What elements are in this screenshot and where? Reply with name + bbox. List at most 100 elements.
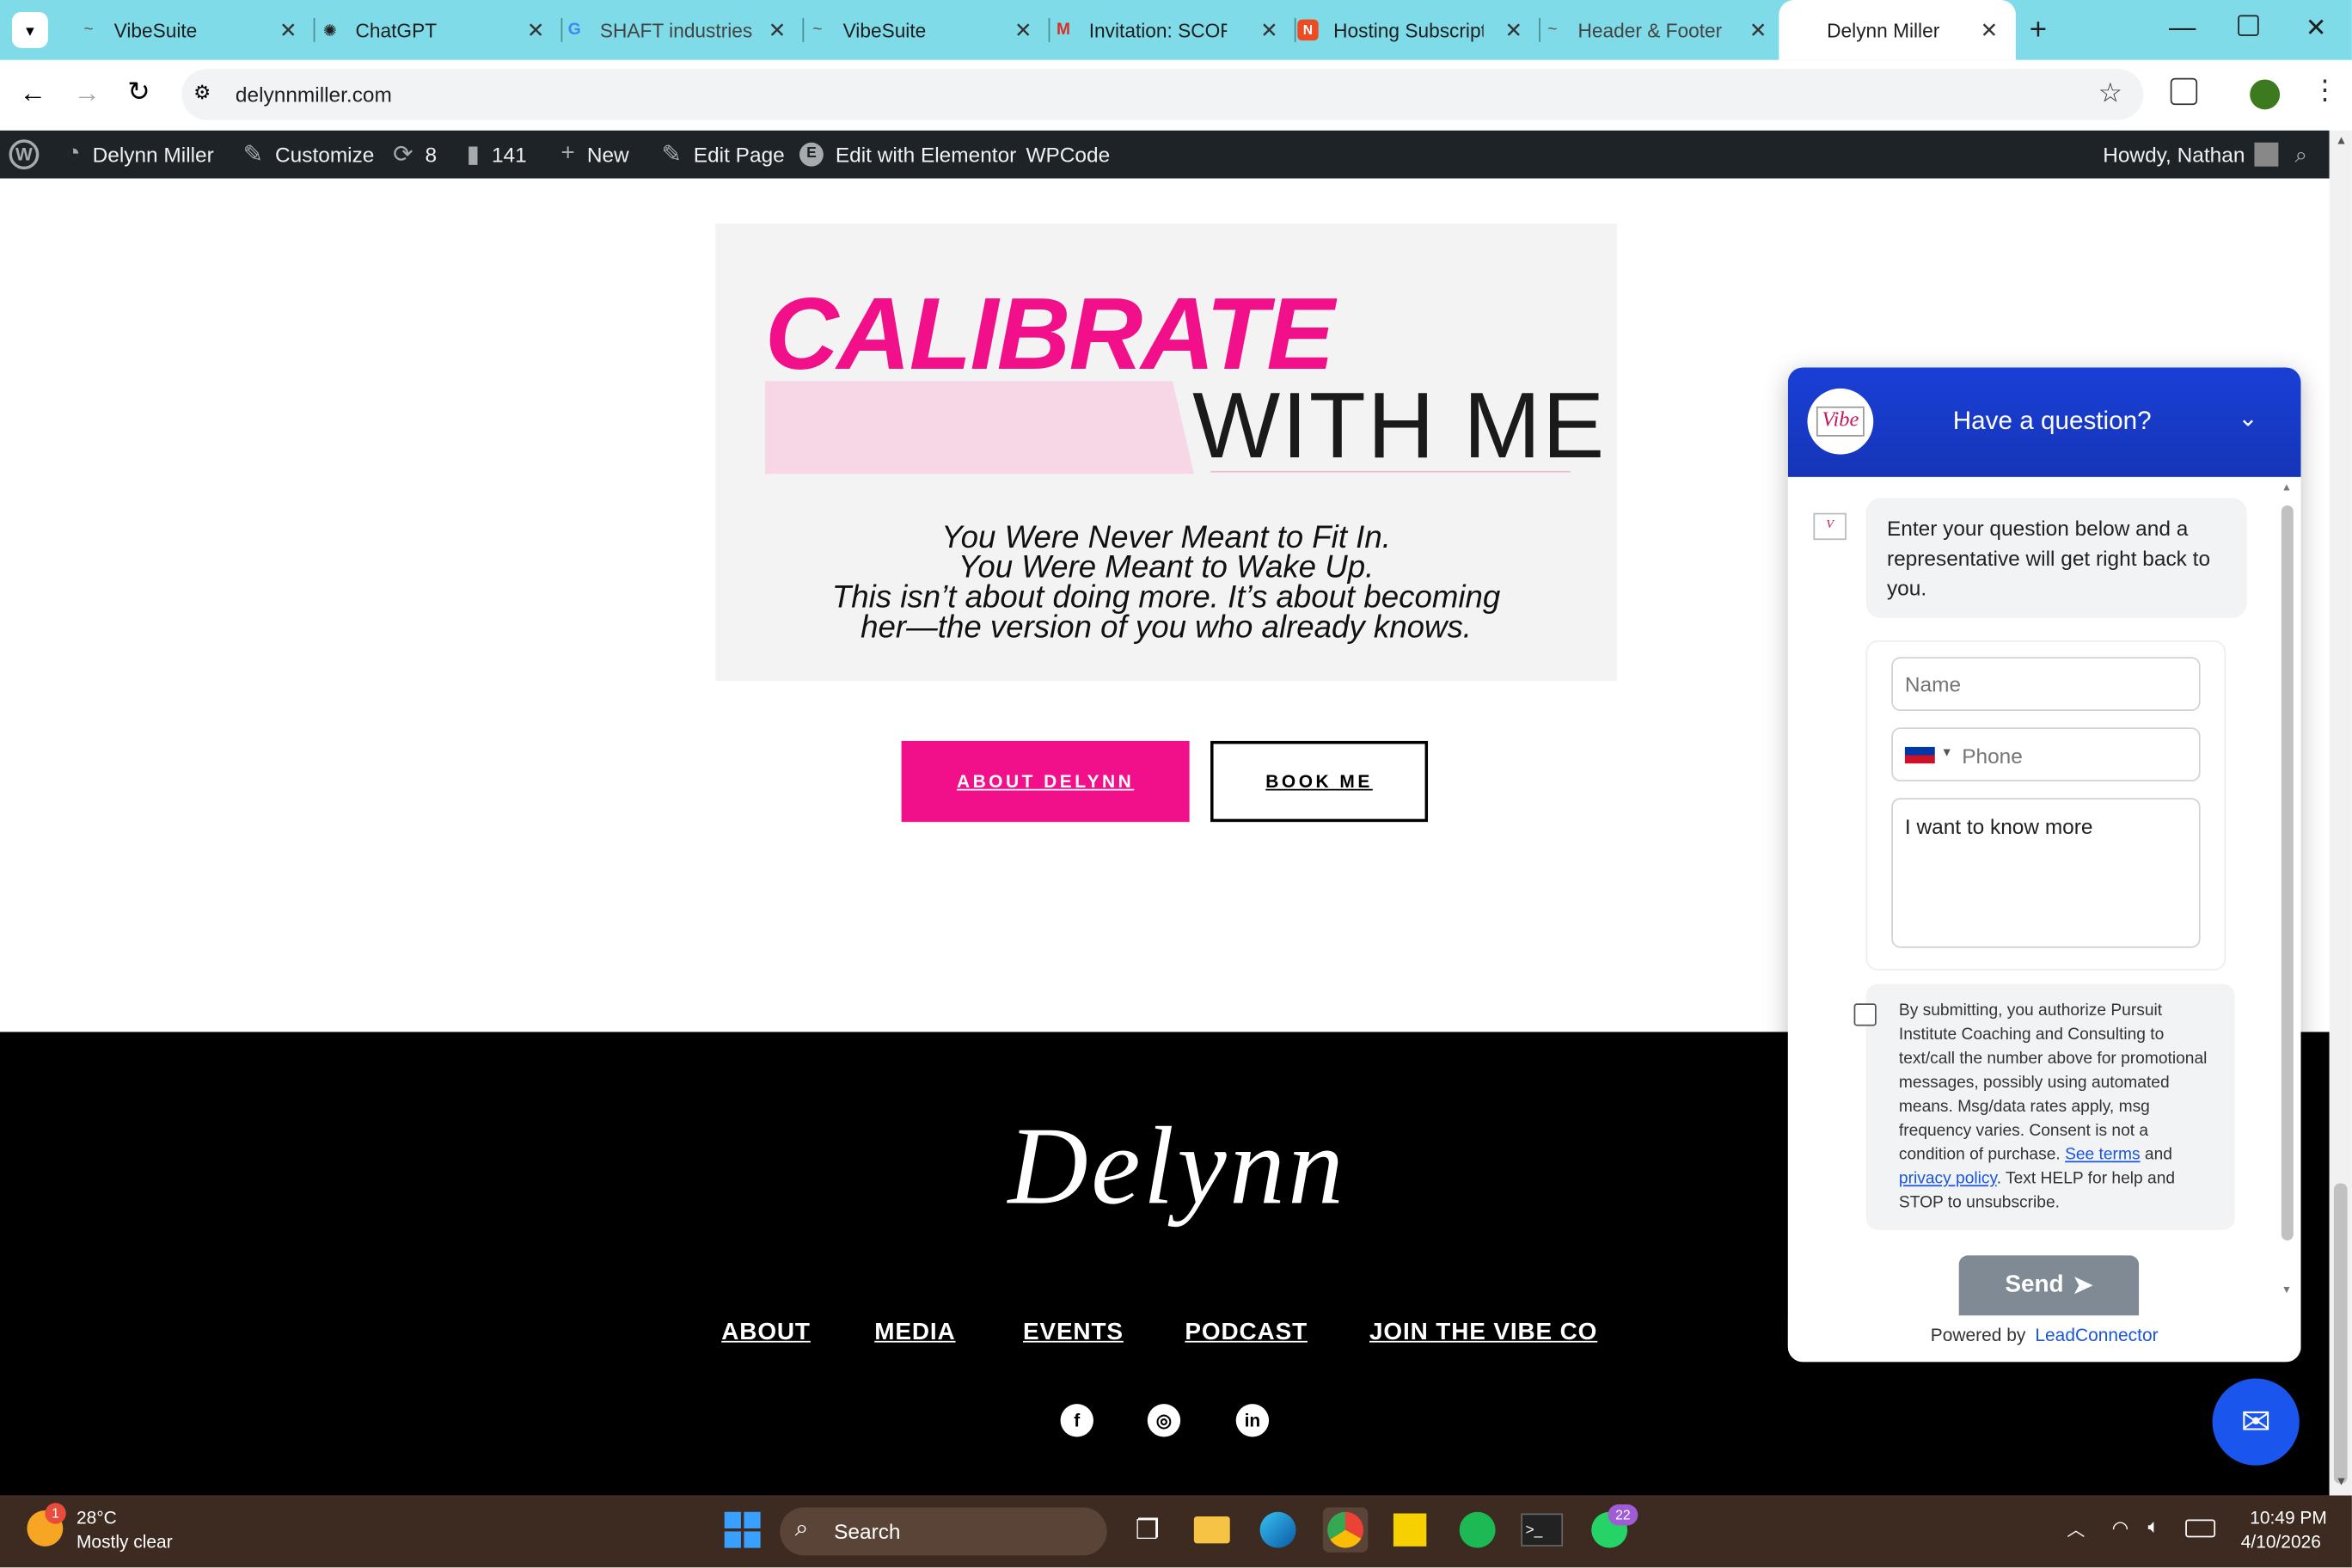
restore-icon[interactable]	[2238, 15, 2259, 36]
bookmark-star-icon[interactable]: ☆	[2098, 78, 2122, 110]
spotify-icon[interactable]	[1455, 1508, 1499, 1553]
tab-vibesuite-1[interactable]: ~ VibeSuite ✕	[66, 0, 315, 60]
tab-header-footer[interactable]: ~ Header & Footer ✕	[1530, 0, 1782, 60]
tab-gmail-invitation[interactable]: M Invitation: SCORM ✕	[1041, 0, 1296, 60]
volume-icon[interactable]: 🔈︎	[2148, 1515, 2160, 1539]
site-info-icon[interactable]: ⚙	[193, 81, 211, 105]
chatgpt-favicon-icon: ✺	[322, 21, 337, 40]
close-tab-icon[interactable]: ✕	[769, 18, 786, 44]
book-me-button[interactable]: BOOK ME	[1210, 740, 1429, 823]
edge-icon[interactable]	[1255, 1508, 1300, 1553]
scroll-up-icon[interactable]: ▲	[2336, 133, 2348, 147]
chat-scroll-down-icon[interactable]: ▼	[2282, 1285, 2292, 1295]
wordpress-logo-icon[interactable]: W	[9, 131, 40, 179]
chat-launcher-icon[interactable]: ✉	[2212, 1378, 2300, 1466]
phone-input[interactable]	[1958, 733, 2190, 779]
close-tab-icon[interactable]: ✕	[1260, 18, 1277, 44]
consent-checkbox[interactable]	[1853, 1003, 1877, 1026]
tab-chatgpt[interactable]: ✺ ChatGPT ✕	[308, 0, 563, 60]
tab-search-chevron-icon[interactable]: ▾	[11, 11, 48, 48]
wp-comments[interactable]: ▮ 141	[467, 131, 527, 179]
minimize-icon[interactable]: —	[2169, 12, 2196, 44]
close-tab-icon[interactable]: ✕	[1749, 18, 1767, 44]
weather-desc[interactable]: Mostly clear	[77, 1531, 173, 1552]
leadconnector-link[interactable]: LeadConnector	[2035, 1325, 2158, 1345]
instagram-icon[interactable]: ◎	[1147, 1404, 1181, 1437]
task-view-icon[interactable]: ❐	[1125, 1508, 1170, 1553]
facebook-icon[interactable]: f	[1060, 1404, 1093, 1437]
chat-scroll-up-icon[interactable]: ▲	[2282, 483, 2292, 493]
footer-nav-media[interactable]: MEDIA	[874, 1320, 955, 1346]
forward-icon[interactable]: →	[73, 78, 100, 110]
tab-vibesuite-2[interactable]: ~ VibeSuite ✕	[795, 0, 1050, 60]
battery-icon[interactable]	[2185, 1519, 2216, 1538]
wp-howdy[interactable]: Howdy, Nathan	[2103, 131, 2278, 179]
message-textarea[interactable]: I want to know more	[1891, 798, 2201, 948]
scroll-down-icon[interactable]: ▼	[2336, 1474, 2348, 1488]
wp-search-icon[interactable]: ⌕	[2295, 131, 2308, 179]
url-text[interactable]: delynnmiller.com	[236, 83, 392, 107]
extensions-icon[interactable]	[2170, 77, 2198, 106]
tray-chevron-icon[interactable]: ︿	[2067, 1516, 2085, 1542]
chat-scrollbar-thumb[interactable]	[2281, 505, 2294, 1240]
close-tab-icon[interactable]: ✕	[1504, 18, 1522, 44]
close-tab-icon[interactable]: ✕	[279, 18, 297, 44]
name-input[interactable]	[1891, 657, 2201, 712]
clock-date[interactable]: 4/10/2026	[2241, 1531, 2321, 1552]
see-terms-link[interactable]: See terms	[2065, 1146, 2140, 1164]
delynn-signature-logo[interactable]: Delynn	[1008, 1104, 1347, 1231]
page-scrollbar[interactable]: ▲ ▼	[2329, 130, 2352, 1496]
powered-by: Powered by LeadConnector	[1787, 1316, 2301, 1363]
privacy-policy-link[interactable]: privacy policy	[1899, 1170, 1997, 1188]
about-delynn-button[interactable]: ABOUT DELYNN	[901, 740, 1190, 823]
tab-delynn-miller[interactable]: Delynn Miller ✕	[1779, 0, 2017, 60]
wp-wpcode[interactable]: WPCode	[1026, 131, 1110, 179]
clock-time[interactable]: 10:49 PM	[2250, 1508, 2327, 1528]
terminal-icon[interactable]: >_	[1519, 1508, 1564, 1553]
close-tab-icon[interactable]: ✕	[1014, 18, 1032, 44]
chrome-icon[interactable]	[1322, 1507, 1369, 1553]
footer-nav-events[interactable]: EVENTS	[1023, 1320, 1124, 1346]
footer-nav-podcast[interactable]: PODCAST	[1185, 1320, 1308, 1346]
new-tab-icon[interactable]: +	[2030, 14, 2047, 48]
wifi-icon[interactable]: ◠	[2112, 1516, 2129, 1540]
linkedin-icon[interactable]: in	[1235, 1404, 1270, 1437]
taskbar: 1 28°C Mostly clear ⌕ Search ❐ >_ 22 ︿ ◠…	[0, 1495, 2352, 1568]
profile-avatar[interactable]	[2250, 79, 2281, 110]
wp-edit-elementor[interactable]: E Edit with Elementor	[799, 131, 1016, 179]
window-close-icon[interactable]: ✕	[2306, 14, 2327, 44]
wp-new[interactable]: + New	[561, 131, 629, 179]
windows-start-icon[interactable]	[720, 1508, 765, 1553]
updates-icon: ⟳	[393, 142, 413, 168]
philippines-flag-icon[interactable]	[1904, 746, 1935, 764]
menu-kebab-icon[interactable]: ⋮	[2312, 75, 2338, 107]
tab-hosting-subscription[interactable]: N Hosting Subscripti ✕	[1285, 0, 1540, 60]
tab-shaft-industries[interactable]: G SHAFT industries ✕	[552, 0, 805, 60]
chat-widget: Vibe Have a question? ⌄ ▲ ▼ V Enter your…	[1787, 367, 2301, 1363]
tagline-line: You Were Never Meant to Fit In.	[941, 520, 1391, 555]
collapse-chevron-icon[interactable]: ⌄	[2238, 403, 2257, 433]
wp-edit-page[interactable]: ✎ Edit Page	[661, 131, 784, 179]
wp-customize[interactable]: ✎ Customize	[243, 131, 375, 179]
close-tab-icon[interactable]: ✕	[527, 18, 544, 44]
phone-field[interactable]: ▼	[1891, 727, 2201, 782]
send-button[interactable]: Send ➤	[1958, 1255, 2140, 1316]
country-dropdown-icon[interactable]: ▼	[1941, 745, 1953, 759]
file-explorer-icon[interactable]	[1190, 1508, 1234, 1553]
tagline: You Were Never Meant to Fit In. You Were…	[715, 520, 1617, 643]
sticky-notes-icon[interactable]	[1387, 1508, 1432, 1553]
weather-temp[interactable]: 28°C	[77, 1508, 117, 1528]
chat-intro-message: Enter your question below and a represen…	[1865, 498, 2247, 618]
footer-nav-about[interactable]: ABOUT	[721, 1320, 811, 1346]
close-tab-icon[interactable]: ✕	[1981, 18, 1998, 44]
wp-site-name[interactable]: ◔ Delynn Miller	[66, 131, 214, 179]
vibesuite-favicon-icon: ~	[83, 21, 94, 40]
footer-nav-join-vibe-co[interactable]: JOIN THE VIBE CO	[1369, 1320, 1597, 1346]
taskbar-search[interactable]: ⌕ Search	[780, 1507, 1107, 1556]
wp-updates[interactable]: ⟳ 8	[393, 131, 437, 179]
vibesuite-favicon-icon: ~	[1547, 21, 1558, 40]
address-bar[interactable]: ⚙ delynnmiller.com ☆	[181, 69, 2144, 120]
back-icon[interactable]: ←	[20, 78, 46, 110]
reload-icon[interactable]: ↻	[127, 77, 150, 108]
scrollbar-thumb[interactable]	[2333, 1183, 2348, 1484]
